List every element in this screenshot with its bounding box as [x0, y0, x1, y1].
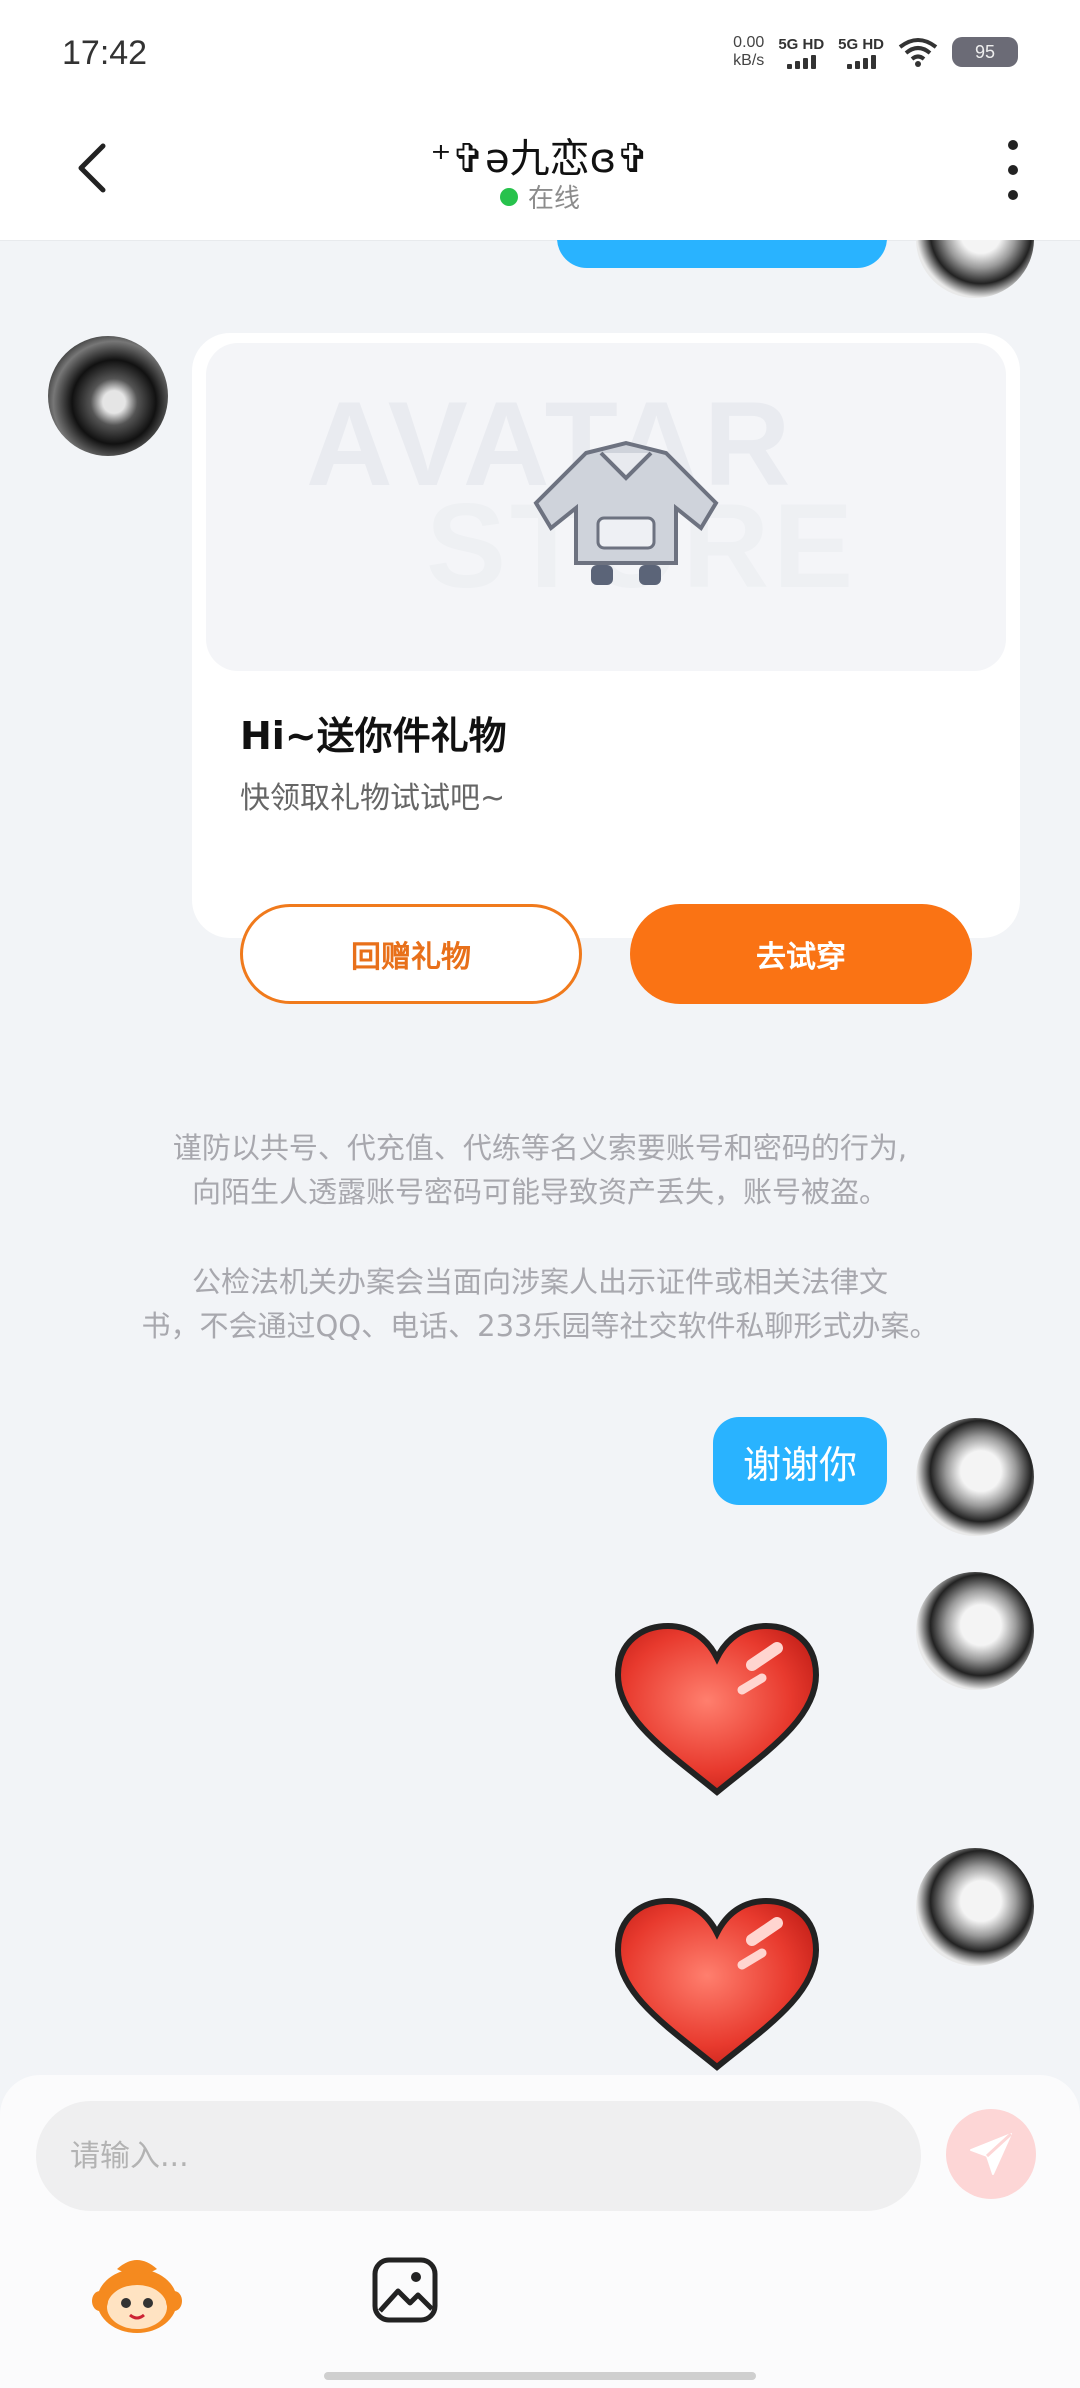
network-speed-unit: kB/s — [733, 52, 765, 69]
online-status: 在线 — [0, 178, 1080, 215]
my-avatar[interactable] — [916, 240, 1034, 298]
status-bar: 17:42 0.00 kB/s 5G HD 5G HD 95 — [0, 0, 1080, 110]
gift-title: Hi~送你件礼物 — [240, 714, 507, 758]
image-icon — [372, 2257, 438, 2323]
more-options-button[interactable] — [998, 140, 1028, 200]
status-indicators: 0.00 kB/s 5G HD 5G HD 95 — [733, 34, 1018, 70]
my-avatar[interactable] — [916, 1848, 1034, 1966]
battery-indicator: 95 — [952, 37, 1018, 67]
paper-plane-icon — [970, 2132, 1013, 2175]
chat-header: ⁺✞ə九恋ɞ✞ 在线 — [0, 110, 1080, 240]
chat-title: ⁺✞ə九恋ɞ✞ — [430, 136, 650, 182]
notice-line: 谨防以共号、代充值、代练等名义索要账号和密码的行为, — [172, 1131, 908, 1165]
police-notice: 公检法机关办案会当面向涉案人出示证件或相关法律文 书，不会通过QQ、电话、233… — [90, 1260, 990, 1348]
message-bubble[interactable]: 谢谢你 — [712, 1417, 887, 1505]
composer-bar — [0, 2075, 1080, 2388]
online-dot-icon — [499, 187, 518, 206]
try-on-button[interactable]: 去试穿 — [630, 904, 972, 1004]
send-button[interactable] — [946, 2109, 1036, 2199]
emoji-button[interactable] — [92, 2255, 182, 2335]
message-list[interactable]: AVATAR STORE Hi~送你件礼物 快领取礼物试试吧~ 回赠礼物 去试穿… — [0, 240, 1080, 2075]
return-gift-button[interactable]: 回赠礼物 — [240, 904, 582, 1004]
network-speed-value: 0.00 — [733, 34, 765, 51]
heart-icon[interactable] — [612, 1620, 822, 1800]
mascot-emoji-icon — [92, 2260, 182, 2333]
signal-bars-icon — [786, 53, 816, 69]
home-indicator[interactable] — [324, 2372, 756, 2380]
sim2-label: 5G HD — [838, 35, 884, 53]
contact-avatar[interactable] — [48, 336, 168, 456]
notice-line: 向陌生人透露账号密码可能导致资产丢失，账号被盗。 — [191, 1175, 888, 1209]
message-input[interactable] — [36, 2101, 921, 2211]
account-safety-notice: 谨防以共号、代充值、代练等名义索要账号和密码的行为, 向陌生人透露账号密码可能导… — [90, 1126, 990, 1214]
notice-line: 书，不会通过QQ、电话、233乐园等社交软件私聊形式办案。 — [141, 1309, 939, 1343]
status-time: 17:42 — [62, 34, 148, 72]
signal-sim1: 5G HD — [778, 36, 824, 69]
heart-icon[interactable] — [612, 1895, 822, 2075]
dot-icon — [1008, 165, 1018, 175]
signal-sim2: 5G HD — [838, 36, 884, 69]
my-avatar[interactable] — [916, 1418, 1034, 1536]
online-status-text: 在线 — [527, 184, 580, 214]
dot-icon — [1008, 140, 1018, 150]
gift-card[interactable]: AVATAR STORE Hi~送你件礼物 快领取礼物试试吧~ — [192, 333, 1020, 938]
gift-image[interactable]: AVATAR STORE — [206, 343, 1006, 671]
network-speed: 0.00 kB/s — [733, 34, 764, 70]
gift-subtitle: 快领取礼物试试吧~ — [240, 781, 506, 816]
wifi-icon — [898, 38, 938, 67]
signal-bars-icon — [846, 53, 876, 69]
previous-message-bubble[interactable] — [557, 240, 887, 268]
my-avatar[interactable] — [916, 1572, 1034, 1690]
sim1-label: 5G HD — [778, 35, 825, 53]
notice-line: 公检法机关办案会当面向涉案人出示证件或相关法律文 — [191, 1265, 888, 1299]
dot-icon — [1008, 190, 1018, 200]
image-button[interactable] — [370, 2255, 440, 2325]
hoodie-icon — [533, 440, 719, 585]
